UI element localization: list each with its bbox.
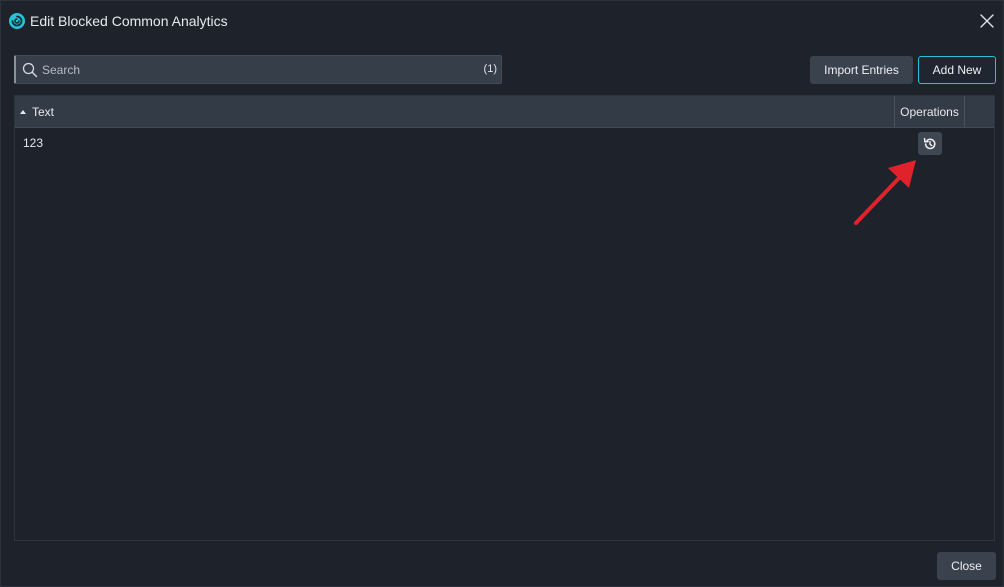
- column-header-text-label: Text: [32, 104, 55, 119]
- close-button[interactable]: Close: [937, 552, 996, 580]
- column-divider[interactable]: [964, 96, 965, 127]
- column-header-operations: Operations: [900, 104, 959, 119]
- restore-icon: [923, 137, 936, 149]
- add-new-button[interactable]: Add New: [918, 56, 996, 84]
- entries-table: Text Operations 123: [14, 95, 995, 541]
- app-logo-icon: [9, 13, 25, 29]
- import-entries-button[interactable]: Import Entries: [810, 56, 913, 84]
- dialog-title: Edit Blocked Common Analytics: [30, 13, 228, 29]
- title-bar: Edit Blocked Common Analytics: [1, 1, 1003, 41]
- restore-button[interactable]: [918, 132, 942, 155]
- close-icon[interactable]: [977, 11, 997, 31]
- column-header-text[interactable]: Text: [20, 96, 54, 127]
- sort-ascending-icon: [20, 109, 26, 114]
- table-row: 123: [15, 128, 994, 158]
- search-icon: [22, 62, 38, 78]
- edit-blocked-dialog: Edit Blocked Common Analytics (1) Import…: [0, 0, 1004, 587]
- table-header: Text Operations: [15, 96, 994, 128]
- search-result-count: (1): [483, 63, 497, 75]
- search-box: (1): [14, 55, 502, 84]
- search-input[interactable]: [42, 56, 472, 83]
- row-text-cell: 123: [23, 136, 44, 150]
